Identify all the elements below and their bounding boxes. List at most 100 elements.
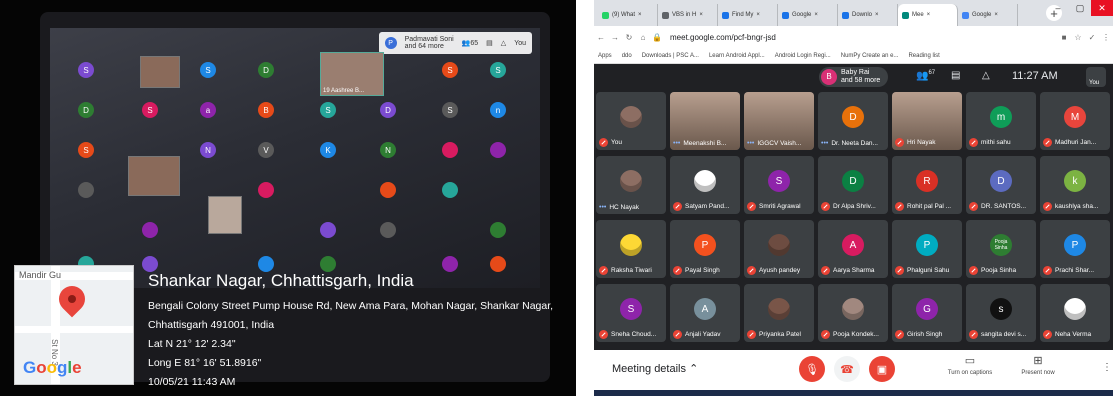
participant-tile[interactable]: S Sneha Choud...	[596, 284, 666, 342]
participant-tile[interactable]: R Rohit pal Pal ...	[892, 156, 962, 214]
participant-tile[interactable]: ••• HC Nayak	[596, 156, 666, 214]
chat-icon[interactable]: ▤	[951, 70, 960, 81]
tab-close-icon[interactable]: ×	[756, 12, 760, 18]
participant-tile[interactable]: P Phalguni Sahu	[892, 220, 962, 278]
tab-close-icon[interactable]: ×	[875, 12, 879, 18]
participant-tile[interactable]: Satyam Pand...	[670, 156, 740, 214]
participant-tile[interactable]: Neha Verma	[1040, 284, 1110, 342]
mic-muted-icon	[1043, 138, 1052, 147]
extension-icon[interactable]: ✓	[1085, 33, 1099, 42]
leave-call-button[interactable]: ☎	[834, 356, 860, 382]
participant-tile[interactable]: m mithi sahu	[966, 92, 1036, 150]
mic-muted-icon	[673, 202, 682, 211]
participant-tile[interactable]: s sangita devi s...	[966, 284, 1036, 342]
tab-label: (9) What	[612, 12, 636, 18]
laptop-participant-tile: N	[200, 142, 216, 158]
participant-tile[interactable]: ••• Meenakshi B...	[670, 92, 740, 150]
participant-tile[interactable]: A Anjali Yadav	[670, 284, 740, 342]
people-icon: 👥65	[461, 40, 479, 47]
browser-tab[interactable]: Mee ×	[898, 4, 958, 26]
camera-icon[interactable]: ■	[1057, 33, 1071, 42]
participant-tile[interactable]: Ayush pandey	[744, 220, 814, 278]
back-icon[interactable]: ←	[594, 33, 608, 42]
activities-icon[interactable]: △	[982, 70, 990, 81]
avatar: M	[1064, 106, 1086, 128]
forward-icon[interactable]: →	[608, 33, 622, 42]
participant-name: Rohit pal Pal ...	[907, 203, 952, 210]
laptop-participant-tile: B	[258, 102, 274, 118]
close-window-button[interactable]: ✕	[1091, 0, 1113, 16]
people-icon[interactable]: 👥67	[916, 70, 935, 81]
avatar	[768, 298, 790, 320]
participant-tile[interactable]: M Madhuri Jan...	[1040, 92, 1110, 150]
tab-favicon-icon	[902, 11, 909, 19]
participant-name-row: Aarya Sharma	[821, 266, 886, 275]
bookmark-item[interactable]: Reading list	[908, 53, 939, 59]
mic-off-button[interactable]: 🎙	[799, 356, 825, 382]
minimize-button[interactable]: –	[1047, 0, 1069, 16]
avatar	[1064, 298, 1086, 320]
laptop-participant-tile	[490, 142, 506, 158]
browser-tab[interactable]: VBS in H ×	[658, 4, 718, 26]
participant-tile[interactable]: Hri Nayak	[892, 92, 962, 150]
tab-close-icon[interactable]: ×	[638, 12, 642, 18]
reload-icon[interactable]: ↻	[622, 33, 636, 42]
bookmark-item[interactable]: Learn Android Appl...	[709, 53, 765, 59]
speaking-indicator-icon: •••	[747, 140, 755, 147]
location-address-1: Bengali Colony Street Pump House Rd, New…	[148, 300, 554, 312]
captions-button[interactable]: ▭ Turn on captions	[940, 354, 1000, 376]
bookmark-item[interactable]: Android Login Regi...	[775, 53, 831, 59]
browser-tab[interactable]: Find My ×	[718, 4, 778, 26]
participant-tile[interactable]: You	[596, 92, 666, 150]
browser-tab[interactable]: Downlo ×	[838, 4, 898, 26]
tab-label: VBS in H	[672, 12, 697, 18]
menu-icon[interactable]: ⋮	[1099, 33, 1113, 42]
participant-tile[interactable]: D Dr Alpa Shriv...	[818, 156, 888, 214]
avatar: P	[1064, 234, 1086, 256]
tab-close-icon[interactable]: ×	[814, 12, 818, 18]
tab-close-icon[interactable]: ×	[994, 12, 998, 18]
participant-name: Payal Singh	[685, 267, 720, 274]
avatar	[620, 234, 642, 256]
tab-close-icon[interactable]: ×	[699, 12, 703, 18]
browser-tab[interactable]: Google ×	[958, 4, 1018, 26]
bookmark-item[interactable]: NumPy Create an e...	[841, 53, 899, 59]
participant-tile[interactable]: Priyanka Patel	[744, 284, 814, 342]
participant-name: Dr Alpa Shriv...	[833, 203, 876, 210]
participant-name: You	[611, 139, 622, 146]
meeting-details-button[interactable]: Meeting details ⌃	[612, 362, 698, 375]
maximize-button[interactable]: ▢	[1069, 0, 1091, 16]
participant-tile[interactable]: S Smriti Agrawal	[744, 156, 814, 214]
participant-name-row: sangita devi s...	[969, 330, 1034, 339]
participant-name: Priyanka Patel	[759, 331, 801, 338]
browser-tab[interactable]: Google ×	[778, 4, 838, 26]
bookmark-item[interactable]: Apps	[598, 53, 612, 59]
participant-tile[interactable]: Pooja Sinha Pooja Sinha	[966, 220, 1036, 278]
more-options-icon[interactable]: ⋮	[1102, 362, 1112, 373]
camera-off-button[interactable]: ▣	[869, 356, 895, 382]
captions-label: Turn on captions	[947, 370, 993, 376]
participant-tile[interactable]: ••• IGGCV Vaish...	[744, 92, 814, 150]
star-icon[interactable]: ☆	[1071, 33, 1085, 42]
participant-tile[interactable]: Raksha Tiwari	[596, 220, 666, 278]
tab-label: Find My	[732, 12, 754, 18]
participant-tile[interactable]: G Girish Singh	[892, 284, 962, 342]
browser-tab[interactable]: (9) What ×	[598, 4, 658, 26]
bookmark-item[interactable]: ddo	[622, 53, 632, 59]
tab-label: Google	[972, 12, 992, 18]
participant-tile[interactable]: P Prachi Shar...	[1040, 220, 1110, 278]
present-now-button[interactable]: ⊞ Present now	[1008, 354, 1068, 376]
participant-tile[interactable]: k kaushlya sha...	[1040, 156, 1110, 214]
pill-name: Baby Rai	[841, 69, 870, 76]
participant-tile[interactable]: P Payal Singh	[670, 220, 740, 278]
presenter-pill[interactable]: B Baby Rai and 58 more	[819, 67, 889, 87]
home-icon[interactable]: ⌂	[636, 33, 650, 42]
participant-tile[interactable]: Pooja Kondek...	[818, 284, 888, 342]
bookmark-item[interactable]: Downloads | PSC A...	[642, 53, 699, 59]
url-field[interactable]: meet.google.com/pcf-bngr-jsd	[670, 33, 1057, 42]
participant-tile[interactable]: D DR. SANTOS...	[966, 156, 1036, 214]
tab-close-icon[interactable]: ×	[927, 12, 931, 18]
laptop-participant-tile	[490, 222, 506, 238]
participant-tile[interactable]: A Aarya Sharma	[818, 220, 888, 278]
participant-tile[interactable]: D ••• Dr. Neeta Dan...	[818, 92, 888, 150]
